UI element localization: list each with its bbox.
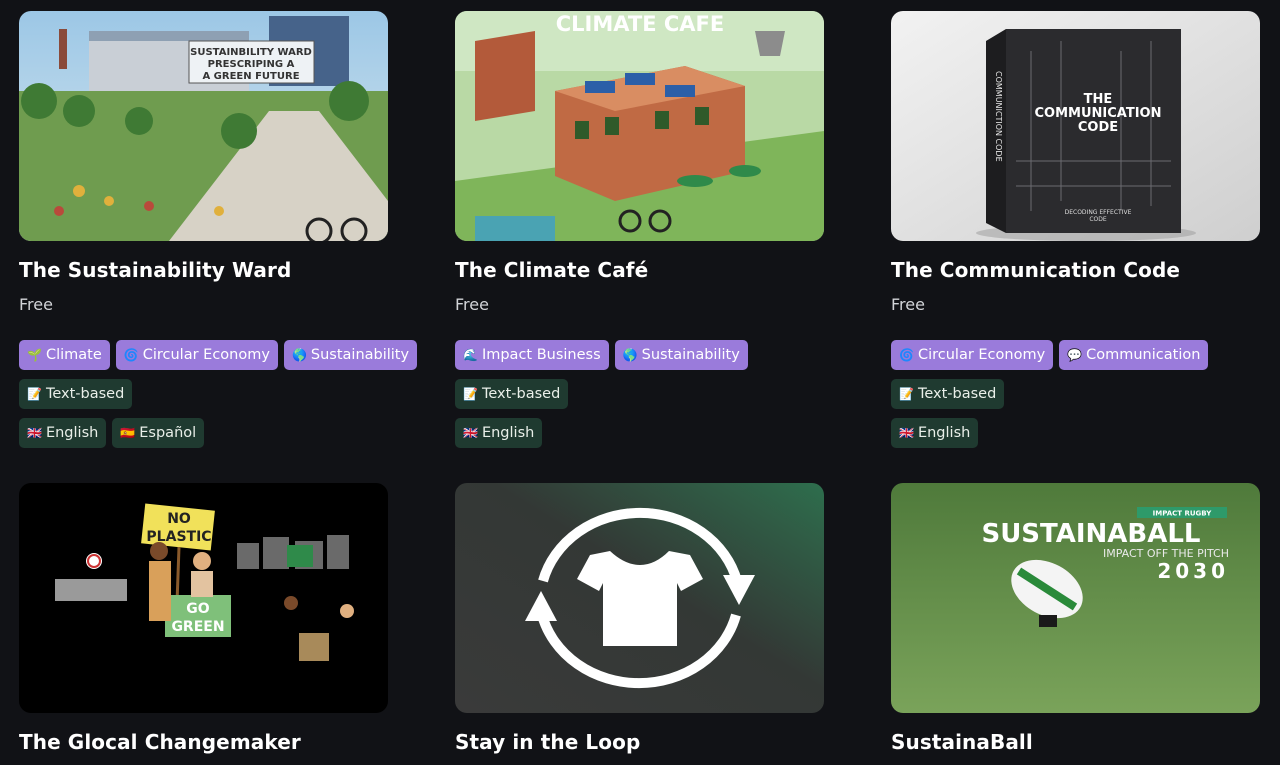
svg-text:SUSTAINBILITY WARD: SUSTAINBILITY WARD [190,47,312,58]
uk-flag-icon: 🇬🇧 [899,426,914,440]
course-card[interactable]: Stay in the Loop [455,483,824,753]
format-tags: 📝 Text-based [19,379,388,409]
tag-english[interactable]: 🇬🇧 English [19,418,107,448]
course-card[interactable]: THE COMMUNICATION CODE DECODING EFFECTIV… [891,11,1260,448]
format-tags: 📝 Text-based [455,379,824,409]
format-tags: 📝 Text-based [891,379,1260,409]
cyclone-icon: 🌀 [123,348,139,362]
course-price: Free [891,295,925,314]
tag-text-based[interactable]: 📝 Text-based [19,379,133,409]
wave-icon: 🌊 [463,348,478,362]
svg-text:2030: 2030 [1157,559,1229,583]
tag-impact-business[interactable]: 🌊 Impact Business [455,340,609,370]
cyclone-icon: 🌀 [899,348,914,362]
tag-espanol[interactable]: 🇪🇸 Español [112,418,205,448]
topic-tags: 🌱 Climate 🌀 Circular Economy 🌎 Sustainabili… [19,340,418,370]
tag-english[interactable]: 🇬🇧 English [891,418,979,448]
course-thumbnail[interactable]: IMPACT RUGBY SUSTAINABALL IMPACT OFF THE… [891,483,1260,713]
course-title[interactable]: Stay in the Loop [455,731,824,753]
tag-sustainability[interactable]: 🌎 Sustainability [283,340,418,370]
svg-text:THE: THE [1084,92,1113,107]
course-thumbnail[interactable]: CLIMATE CAFE [455,11,824,241]
course-title[interactable]: SustainaBall [891,731,1260,753]
svg-text:IMPACT RUGBY: IMPACT RUGBY [1153,510,1213,518]
course-card[interactable]: NO PLASTIC GO GREEN The Glocal Changemak… [19,483,388,753]
svg-text:COMMUNICTION CODE: COMMUNICTION CODE [994,71,1003,162]
svg-text:SUSTAINABALL: SUSTAINABALL [981,519,1200,549]
glocal-changemaker-image: NO PLASTIC GO GREEN [19,483,388,713]
course-card[interactable]: SUSTAINBILITY WARD PRESCRIPING A A GREEN… [19,11,418,448]
speech-bubble-icon: 💬 [1067,348,1083,362]
svg-text:A GREEN FUTURE: A GREEN FUTURE [202,71,299,82]
svg-text:CODE: CODE [1078,120,1118,135]
climate-cafe-image: CLIMATE CAFE [455,11,824,241]
course-title[interactable]: The Climate Café [455,259,824,281]
svg-text:CODE: CODE [1089,216,1107,223]
sustainaball-image: IMPACT RUGBY SUSTAINABALL IMPACT OFF THE… [891,483,1260,713]
memo-icon: 📝 [27,387,42,401]
language-tags: 🇬🇧 English [891,418,1260,448]
uk-flag-icon: 🇬🇧 [27,426,42,440]
topic-tags: 🌊 Impact Business 🌎 Sustainability [455,340,824,370]
tag-climate[interactable]: 🌱 Climate [19,340,110,370]
svg-text:CLIMATE CAFE: CLIMATE CAFE [556,12,724,36]
course-thumbnail[interactable]: SUSTAINBILITY WARD PRESCRIPING A A GREEN… [19,11,388,241]
sustainability-ward-image: SUSTAINBILITY WARD PRESCRIPING A A GREEN… [19,11,388,241]
tag-circular-economy[interactable]: 🌀 Circular Economy [891,340,1054,370]
tag-text-based[interactable]: 📝 Text-based [891,379,1005,409]
tag-english[interactable]: 🇬🇧 English [455,418,543,448]
course-price: Free [455,295,489,314]
globe-icon: 🌎 [291,348,307,362]
course-thumbnail[interactable]: THE COMMUNICATION CODE DECODING EFFECTIV… [891,11,1260,241]
communication-code-image: THE COMMUNICATION CODE DECODING EFFECTIV… [891,11,1260,241]
course-thumbnail[interactable] [455,483,824,713]
svg-text:NO: NO [167,511,191,527]
stay-in-the-loop-image [455,483,824,713]
uk-flag-icon: 🇬🇧 [463,426,478,440]
seedling-icon: 🌱 [27,348,42,362]
svg-text:PRESCRIPING A: PRESCRIPING A [208,59,295,70]
course-price: Free [19,295,53,314]
tag-circular-economy[interactable]: 🌀 Circular Economy [115,340,278,370]
topic-tags: 🌀 Circular Economy 💬 Communication [891,340,1260,370]
language-tags: 🇬🇧 English [455,418,824,448]
svg-text:GO: GO [186,601,209,617]
course-thumbnail[interactable]: NO PLASTIC GO GREEN [19,483,388,713]
language-tags: 🇬🇧 English 🇪🇸 Español [19,418,388,448]
tag-text-based[interactable]: 📝 Text-based [455,379,569,409]
memo-icon: 📝 [463,387,478,401]
course-title[interactable]: The Glocal Changemaker [19,731,388,753]
tag-sustainability[interactable]: 🌎 Sustainability [614,340,748,370]
spain-flag-icon: 🇪🇸 [120,426,136,440]
course-title[interactable]: The Sustainability Ward [19,259,388,281]
svg-text:COMMUNICATION: COMMUNICATION [1035,106,1162,121]
tag-communication[interactable]: 💬 Communication [1059,340,1209,370]
memo-icon: 📝 [899,387,914,401]
svg-text:DECODING EFFECTIVE: DECODING EFFECTIVE [1065,209,1132,216]
globe-icon: 🌎 [622,348,638,362]
course-card[interactable]: IMPACT RUGBY SUSTAINABALL IMPACT OFF THE… [891,483,1260,753]
course-card[interactable]: CLIMATE CAFE The Climate Café Free 🌊 Impa… [455,11,824,448]
svg-text:GREEN: GREEN [171,619,224,635]
course-title[interactable]: The Communication Code [891,259,1260,281]
